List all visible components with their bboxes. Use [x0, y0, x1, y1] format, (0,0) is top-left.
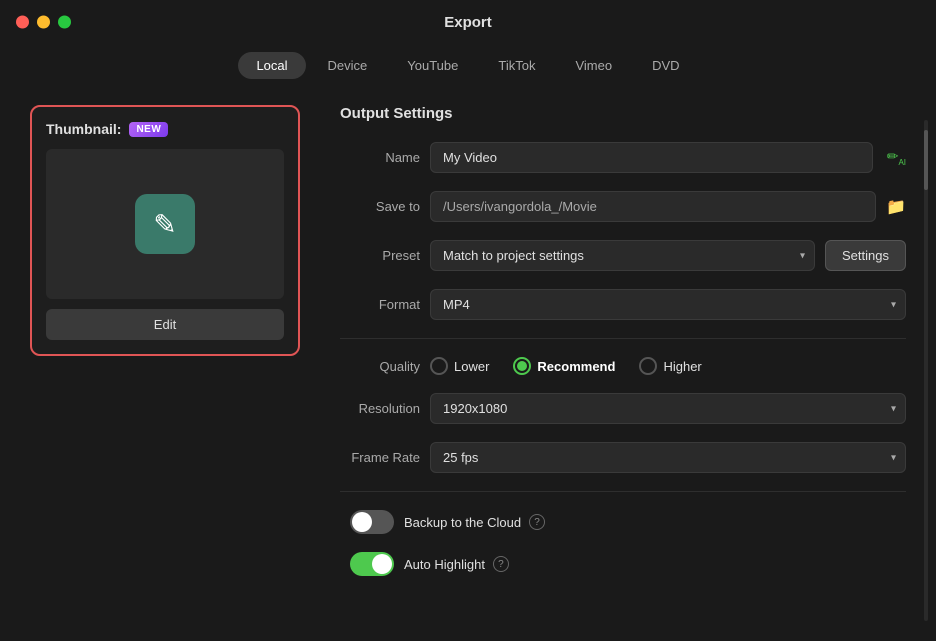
settings-button[interactable]: Settings [825, 240, 906, 271]
backup-toggle-knob [352, 512, 372, 532]
quality-recommend-dot [517, 361, 527, 371]
close-button[interactable] [16, 16, 29, 29]
resolution-select-wrapper: 1920x1080 ▾ [430, 393, 906, 424]
title-bar: Export [0, 0, 936, 44]
frame-rate-label: Frame Rate [340, 450, 420, 465]
scroll-thumb[interactable] [924, 130, 928, 190]
name-input[interactable] [430, 142, 873, 173]
format-row: Format MP4 ▾ [340, 289, 906, 320]
quality-recommend[interactable]: Recommend [513, 357, 615, 375]
backup-row: Backup to the Cloud ? [350, 510, 906, 534]
preset-row: Preset Match to project settings ▾ Setti… [340, 240, 906, 271]
right-panel: Output Settings Name ✏AI Save to /Users/… [310, 95, 916, 634]
window-controls [16, 16, 71, 29]
tab-youtube[interactable]: YouTube [389, 52, 476, 79]
thumbnail-container: Thumbnail: NEW ✎ Edit [30, 105, 300, 356]
section-title: Output Settings [340, 105, 906, 122]
name-label: Name [340, 150, 420, 165]
auto-highlight-toggle-knob [372, 554, 392, 574]
thumbnail-preview: ✎ [46, 149, 284, 299]
scroll-track [924, 120, 928, 621]
window-title: Export [444, 14, 492, 31]
save-to-label: Save to [340, 199, 420, 214]
preset-label: Preset [340, 248, 420, 263]
frame-rate-select-wrapper: 25 fps ▾ [430, 442, 906, 473]
folder-icon[interactable]: 📁 [886, 197, 906, 217]
resolution-label: Resolution [340, 401, 420, 416]
tab-dvd[interactable]: DVD [634, 52, 697, 79]
divider-2 [340, 491, 906, 492]
name-row: Name ✏AI [340, 142, 906, 173]
thumbnail-label: Thumbnail: [46, 121, 121, 137]
save-to-path: /Users/ivangordola_/Movie [430, 191, 876, 222]
quality-lower[interactable]: Lower [430, 357, 489, 375]
main-content: Thumbnail: NEW ✎ Edit Output Settings Na… [0, 95, 936, 634]
auto-highlight-label: Auto Highlight [404, 557, 485, 572]
quality-higher[interactable]: Higher [639, 357, 701, 375]
backup-help-icon[interactable]: ? [529, 514, 545, 530]
frame-rate-row: Frame Rate 25 fps ▾ [340, 442, 906, 473]
save-to-row: Save to /Users/ivangordola_/Movie 📁 [340, 191, 906, 222]
thumbnail-icon-wrapper: ✎ [135, 194, 195, 254]
divider-1 [340, 338, 906, 339]
tab-local[interactable]: Local [238, 52, 305, 79]
auto-highlight-help-icon[interactable]: ? [493, 556, 509, 572]
left-panel: Thumbnail: NEW ✎ Edit [20, 95, 310, 634]
resolution-row: Resolution 1920x1080 ▾ [340, 393, 906, 424]
format-select[interactable]: MP4 [430, 289, 906, 320]
new-badge: NEW [129, 122, 168, 137]
resolution-select[interactable]: 1920x1080 [430, 393, 906, 424]
auto-highlight-toggle[interactable] [350, 552, 394, 576]
quality-row: Quality Lower Recommend [340, 357, 906, 375]
tab-device[interactable]: Device [310, 52, 386, 79]
edit-icon: ✎ [153, 208, 176, 241]
quality-higher-radio[interactable] [639, 357, 657, 375]
tab-tiktok[interactable]: TikTok [480, 52, 553, 79]
quality-recommend-radio[interactable] [513, 357, 531, 375]
quality-radio-group: Lower Recommend Higher [430, 357, 702, 375]
backup-label: Backup to the Cloud [404, 515, 521, 530]
tab-vimeo[interactable]: Vimeo [557, 52, 630, 79]
quality-recommend-label: Recommend [537, 359, 615, 374]
format-label: Format [340, 297, 420, 312]
quality-lower-label: Lower [454, 359, 489, 374]
edit-button[interactable]: Edit [46, 309, 284, 340]
quality-label: Quality [340, 359, 420, 374]
quality-higher-label: Higher [663, 359, 701, 374]
maximize-button[interactable] [58, 16, 71, 29]
tab-bar: Local Device YouTube TikTok Vimeo DVD [0, 44, 936, 95]
preset-select[interactable]: Match to project settings [430, 240, 815, 271]
quality-lower-radio[interactable] [430, 357, 448, 375]
format-select-wrapper: MP4 ▾ [430, 289, 906, 320]
auto-highlight-row: Auto Highlight ? [350, 552, 906, 576]
thumbnail-header: Thumbnail: NEW [46, 121, 284, 137]
ai-icon[interactable]: ✏AI [887, 148, 906, 167]
minimize-button[interactable] [37, 16, 50, 29]
frame-rate-select[interactable]: 25 fps [430, 442, 906, 473]
preset-select-wrapper: Match to project settings ▾ [430, 240, 815, 271]
backup-toggle[interactable] [350, 510, 394, 534]
